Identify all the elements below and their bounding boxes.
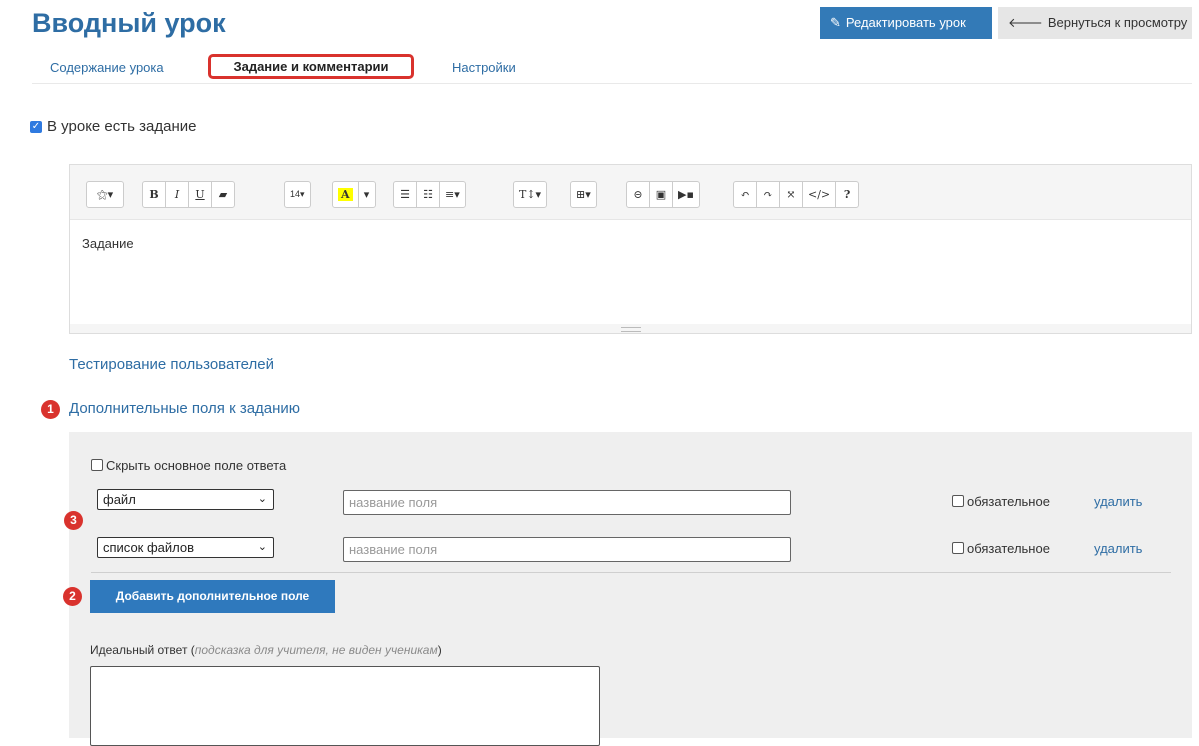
editor-toolbar: ⚝▾ B I U ▰ 14▾ A ▾ ☰ ☷ ≡▾ T↕▾ ⊞▾ ⊝ ▣ ▶▪ — [70, 165, 1191, 220]
field-type-select[interactable]: файл ⌄ — [97, 489, 274, 510]
tab-settings[interactable]: Настройки — [452, 60, 516, 75]
required-row: обязательное — [952, 494, 1050, 509]
help-icon[interactable]: ? — [835, 181, 860, 208]
annotation-badge-3: 3 — [64, 511, 83, 530]
field-name-input[interactable]: название поля — [343, 490, 791, 515]
required-checkbox[interactable] — [952, 542, 964, 554]
link-icon[interactable]: ⊝ — [626, 181, 650, 208]
field-type-value: список файлов — [103, 540, 195, 555]
panel-divider — [91, 572, 1171, 573]
add-extra-field-button[interactable]: Добавить дополнительное поле — [90, 580, 335, 613]
annotation-badge-1: 1 — [41, 400, 60, 419]
has-task-checkbox[interactable]: ✓ — [30, 120, 42, 133]
numbered-list-icon[interactable]: ☷ — [416, 181, 440, 208]
user-testing-link[interactable]: Тестирование пользователей — [69, 356, 274, 373]
font-size-dropdown[interactable]: 14▾ — [284, 181, 311, 208]
ideal-answer-hint: подсказка для учителя, не виден ученикам — [194, 643, 438, 657]
ideal-answer-label-row: Идеальный ответ (подсказка для учителя, … — [90, 643, 442, 657]
field-type-value: файл — [103, 492, 136, 507]
text-height-icon[interactable]: T↕▾ — [513, 181, 548, 208]
hide-main-answer-checkbox[interactable] — [91, 459, 103, 471]
arrow-left-icon: 🡐 — [1008, 15, 1043, 30]
fullscreen-icon[interactable]: ⤧ — [779, 181, 803, 208]
chevron-down-icon: ⌄ — [257, 541, 267, 553]
delete-field-link[interactable]: удалить — [1094, 541, 1142, 556]
grip-icon — [621, 327, 641, 332]
has-task-row: ✓ В уроке есть задание — [30, 118, 196, 135]
required-label: обязательное — [967, 541, 1050, 556]
back-to-view-button[interactable]: 🡐 Вернуться к просмотру — [998, 7, 1192, 39]
align-dropdown-icon[interactable]: ≡▾ — [439, 181, 466, 208]
annotation-badge-2: 2 — [63, 587, 82, 606]
font-size-value: 14 — [290, 189, 301, 199]
chevron-down-icon: ⌄ — [257, 493, 267, 505]
hide-main-answer-label: Скрыть основное поле ответа — [106, 458, 287, 473]
color-dropdown-icon[interactable]: ▾ — [357, 181, 376, 208]
field-type-select[interactable]: список файлов ⌄ — [97, 537, 274, 558]
code-view-icon[interactable]: </> — [802, 181, 837, 208]
hide-main-answer-row: Скрыть основное поле ответа — [91, 458, 286, 473]
field-name-input[interactable]: название поля — [343, 537, 791, 562]
delete-field-link[interactable]: удалить — [1094, 494, 1142, 509]
bold-icon[interactable]: B — [142, 181, 166, 208]
task-editor: ⚝▾ B I U ▰ 14▾ A ▾ ☰ ☷ ≡▾ T↕▾ ⊞▾ ⊝ ▣ ▶▪ — [69, 164, 1192, 334]
redo-icon[interactable]: ↷ — [756, 181, 780, 208]
italic-icon[interactable]: I — [165, 181, 189, 208]
tab-task-comments[interactable]: Задание и комментарии — [208, 54, 414, 79]
editor-resize-handle[interactable] — [70, 324, 1191, 333]
tabs-divider — [32, 83, 1192, 84]
eraser-icon[interactable]: ▰ — [211, 181, 235, 208]
magic-style-icon[interactable]: ⚝▾ — [86, 181, 124, 208]
edit-lesson-button[interactable]: ✎ Редактировать урок — [820, 7, 992, 39]
highlight-color-icon[interactable]: A — [332, 181, 359, 208]
table-icon[interactable]: ⊞▾ — [570, 181, 597, 208]
extra-fields-link[interactable]: Дополнительные поля к заданию — [69, 400, 300, 417]
ideal-answer-label: Идеальный ответ — [90, 643, 188, 657]
underline-icon[interactable]: U — [188, 181, 212, 208]
has-task-label: В уроке есть задание — [47, 118, 197, 135]
editor-content[interactable]: Задание — [82, 236, 134, 251]
page-title: Вводный урок — [32, 8, 226, 38]
required-row: обязательное — [952, 541, 1050, 556]
video-icon[interactable]: ▶▪ — [672, 181, 700, 208]
back-to-view-label: Вернуться к просмотру — [1047, 15, 1188, 30]
required-label: обязательное — [967, 494, 1050, 509]
undo-icon[interactable]: ↶ — [733, 181, 757, 208]
required-checkbox[interactable] — [952, 495, 964, 507]
ideal-answer-textarea[interactable] — [90, 666, 600, 746]
tab-lesson-content[interactable]: Содержание урока — [50, 60, 164, 75]
bullet-list-icon[interactable]: ☰ — [393, 181, 417, 208]
edit-icon: ✎ — [830, 15, 841, 30]
image-icon[interactable]: ▣ — [649, 181, 673, 208]
edit-lesson-label: Редактировать урок — [845, 15, 966, 30]
